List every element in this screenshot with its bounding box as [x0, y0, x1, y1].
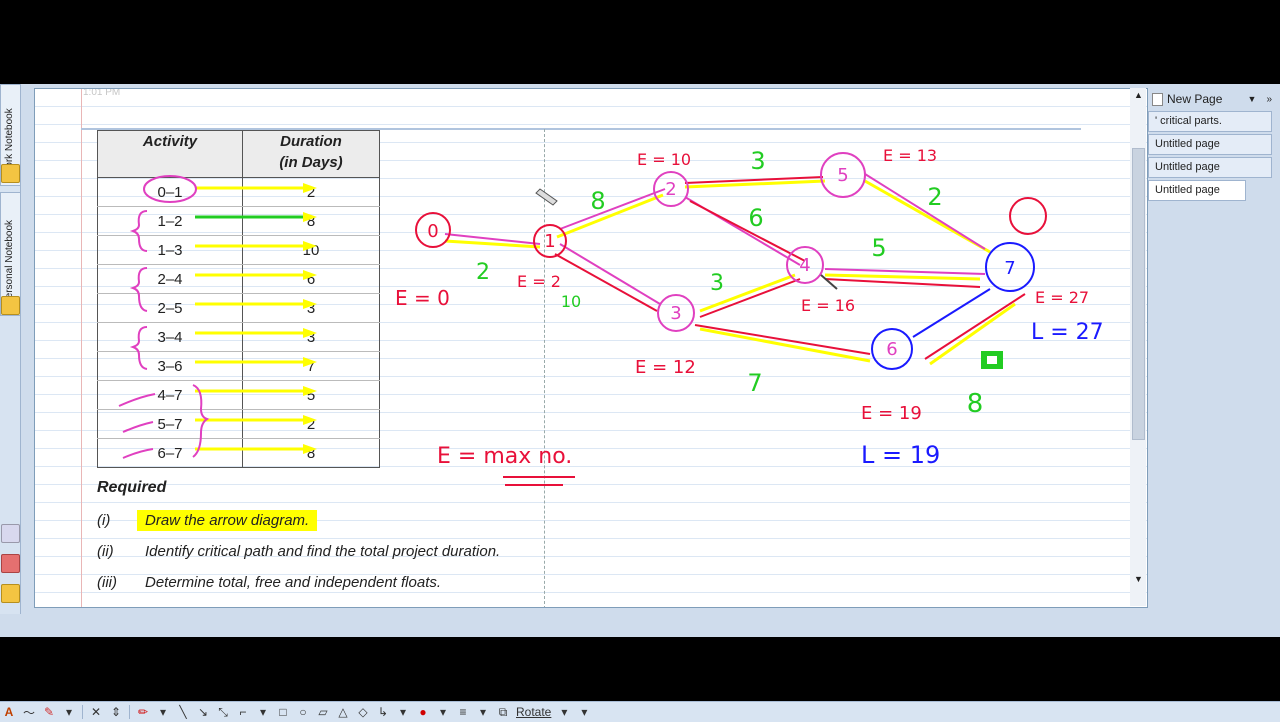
dropdown-arrow-icon[interactable]: ▾: [256, 704, 270, 720]
node-label: 3: [670, 303, 681, 324]
edge-label: 10: [561, 292, 581, 311]
dropdown-arrow-icon[interactable]: ▾: [557, 704, 571, 720]
new-page-button[interactable]: New Page ▼ »: [1148, 88, 1272, 110]
node-label: 7: [1004, 258, 1015, 279]
dropdown-arrow-icon[interactable]: ▾: [156, 704, 170, 720]
scroll-down-arrow-icon[interactable]: ▼: [1134, 574, 1143, 584]
text-tool-icon[interactable]: A: [2, 704, 16, 720]
scroll-thumb[interactable]: [1132, 148, 1145, 440]
annotation: E = 16: [801, 296, 855, 315]
dropdown-arrow-icon[interactable]: ▾: [476, 704, 490, 720]
notebook-icon[interactable]: [1, 524, 20, 543]
node-label: 0: [427, 221, 438, 242]
line-weight-icon[interactable]: ≡: [456, 704, 470, 720]
handwritten-ink-layer: 0 1 2 3 4 5 6 7 2 8 10 3 6 3 5 2 7 8 E =: [118, 146, 1104, 486]
scroll-up-arrow-icon[interactable]: ▲: [1134, 90, 1143, 100]
dropdown-arrow-icon[interactable]: ▾: [396, 704, 410, 720]
toolbar-options-icon[interactable]: ▾: [577, 704, 591, 720]
page-scrollbar[interactable]: ▲ ▼: [1130, 88, 1146, 606]
dropdown-arrow-icon[interactable]: ▾: [62, 704, 76, 720]
triangle-tool-icon[interactable]: △: [336, 704, 350, 720]
edge-label: 3: [750, 147, 765, 175]
pen-cursor-icon: [535, 188, 558, 206]
pen-icon[interactable]: ✏: [136, 704, 150, 720]
annotation: E = 13: [883, 146, 937, 165]
node-label: 1: [544, 231, 555, 252]
edge-label: 2: [476, 260, 490, 285]
new-page-icon: [1152, 92, 1163, 106]
page-tab[interactable]: ' critical parts.: [1148, 111, 1272, 132]
parallelogram-tool-icon[interactable]: ▱: [316, 704, 330, 720]
double-arrow-tool-icon[interactable]: ⤡: [216, 704, 230, 720]
mouse-cursor-icon: [820, 274, 838, 290]
annotation: E = 27: [1035, 288, 1089, 307]
edge-label: 7: [747, 369, 762, 397]
annotation: E = 0: [395, 286, 450, 310]
axis-tool-icon[interactable]: ↳: [376, 704, 390, 720]
page-tab[interactable]: Untitled page: [1148, 180, 1246, 201]
annotation: E = 12: [635, 357, 696, 378]
notebook-icon[interactable]: [1, 296, 20, 315]
rotate-button[interactable]: Rotate: [516, 704, 551, 720]
node-label: 4: [799, 255, 810, 276]
arrow-tool-icon[interactable]: ↘: [196, 704, 210, 720]
page-tabs-panel: New Page ▼ » ' critical parts. Untitled …: [1148, 88, 1272, 203]
edge-label: 8: [967, 389, 984, 419]
color-picker-icon[interactable]: ●: [416, 704, 430, 720]
edge-label: 2: [927, 183, 942, 211]
lasso-icon[interactable]: 〜: [22, 704, 36, 720]
page-tab[interactable]: Untitled page: [1148, 134, 1272, 155]
node-label: 6: [886, 339, 897, 360]
edge-label: 8: [590, 187, 605, 215]
copy-icon[interactable]: ⧉: [496, 704, 510, 720]
drawing-toolbar: A 〜 ✎ ▾ ✕ ⇕ ✏ ▾ ╲ ↘ ⤡ ⌐ ▾ □ ○ ▱ △ ◇ ↳ ▾ …: [0, 701, 1280, 722]
annotation: L = 27: [1031, 320, 1104, 345]
edge-label: 3: [710, 271, 724, 296]
notebook-tabs: Work Notebook Personal Notebook: [0, 84, 21, 614]
table-ink: [118, 175, 317, 459]
dropdown-arrow-icon[interactable]: ▾: [436, 704, 450, 720]
collapse-chevron-icon[interactable]: »: [1266, 94, 1272, 105]
notebook-icon[interactable]: [1, 584, 20, 603]
dropdown-arrow-icon[interactable]: ▼: [1248, 94, 1257, 104]
annotation: E = max no.: [437, 444, 572, 469]
onenote-window: Work Notebook Personal Notebook 1:01 PM …: [0, 84, 1280, 722]
line-tool-icon[interactable]: ╲: [176, 704, 190, 720]
rectangle-tool-icon[interactable]: □: [276, 704, 290, 720]
network-diagram: [415, 152, 1047, 370]
annotation: E = 2: [517, 272, 561, 291]
edge-label: 6: [748, 204, 763, 232]
eraser-icon[interactable]: ✎: [42, 704, 56, 720]
diagram-labels: 0 1 2 3 4 5 6 7 2 8 10 3 6 3 5 2 7 8: [427, 147, 1015, 419]
connector-tool-icon[interactable]: ⌐: [236, 704, 250, 720]
node-label: 2: [665, 179, 676, 200]
annotation: E = 10: [637, 150, 691, 169]
delete-icon[interactable]: ✕: [89, 704, 103, 720]
page-tab[interactable]: Untitled page: [1148, 157, 1272, 178]
note-page[interactable]: 1:01 PM Activity Duration (in Days) 0–1 2 …: [34, 88, 1148, 608]
insert-space-icon[interactable]: ⇕: [109, 704, 123, 720]
notebook-icon[interactable]: [1, 554, 20, 573]
ellipse-tool-icon[interactable]: ○: [296, 704, 310, 720]
edge-label: 5: [871, 234, 886, 262]
diamond-tool-icon[interactable]: ◇: [356, 704, 370, 720]
annotation: E = 19: [861, 403, 922, 424]
node-label: 5: [837, 165, 848, 186]
annotation: L = 19: [861, 441, 940, 469]
notebook-icon[interactable]: [1, 164, 20, 183]
